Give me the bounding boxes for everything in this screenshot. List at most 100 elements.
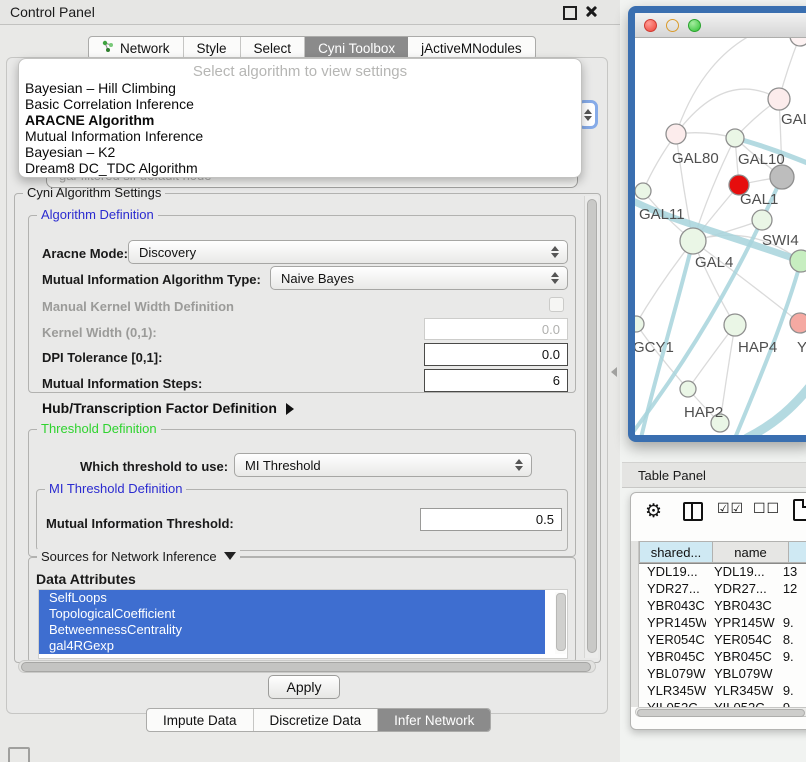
network-node-hap2[interactable] xyxy=(680,381,696,397)
mi-threshold-label: Mutual Information Threshold: xyxy=(46,516,234,531)
algorithm-option[interactable]: Mutual Information Inference xyxy=(19,128,581,144)
network-node-gal1[interactable] xyxy=(752,210,772,230)
network-node-y[interactable] xyxy=(790,313,806,333)
dpi-tolerance-field[interactable]: 0.0 xyxy=(424,343,568,366)
table-cell: 9. xyxy=(775,649,806,664)
tab-jactivemnodules[interactable]: jActiveMNodules xyxy=(408,37,535,59)
column-header[interactable]: name xyxy=(713,541,789,563)
minimize-traffic-light-icon[interactable] xyxy=(666,19,679,32)
table-cell: YER054C xyxy=(639,632,706,647)
mi-threshold-field[interactable]: 0.5 xyxy=(420,508,562,531)
network-node-gal11[interactable] xyxy=(635,183,651,199)
algorithm-option[interactable]: Bayesian – Hill Climbing xyxy=(19,80,581,96)
zoom-traffic-light-icon[interactable] xyxy=(688,19,701,32)
network-node-gal[interactable] xyxy=(768,88,790,110)
apply-button[interactable]: Apply xyxy=(268,675,340,699)
which-threshold-combobox[interactable]: MI Threshold xyxy=(234,453,532,477)
table-panel-window: ⚙ ☑☑ ☐☐ shared...name YDL19...YDL19...13… xyxy=(630,492,806,730)
close-traffic-light-icon[interactable] xyxy=(644,19,657,32)
attribute-item[interactable]: SelfLoops xyxy=(39,590,545,606)
attribute-item[interactable]: gal4RGexp xyxy=(39,638,545,654)
network-node-label: SWI4 xyxy=(762,232,799,249)
tab-infer-network[interactable]: Infer Network xyxy=(378,709,490,731)
network-node[interactable] xyxy=(790,38,806,46)
row-header-gutter xyxy=(631,541,639,707)
aracne-mode-value: Discovery xyxy=(139,245,547,260)
float-window-icon[interactable] xyxy=(563,6,577,20)
network-node-hap4[interactable] xyxy=(724,314,746,336)
table-row[interactable]: YDL19...YDL19...13 xyxy=(639,563,806,580)
table-row[interactable]: YBR045CYBR045C9. xyxy=(639,648,806,665)
document-icon[interactable] xyxy=(793,499,806,521)
table-row[interactable]: YBR043CYBR043C xyxy=(639,597,806,614)
settings-horizontal-scrollbar[interactable] xyxy=(18,660,596,673)
table-horizontal-scrollbar[interactable] xyxy=(635,707,806,717)
aracne-mode-combobox[interactable]: Discovery xyxy=(128,240,568,264)
mi-steps-field[interactable]: 6 xyxy=(424,369,568,392)
table-header-row: shared...name xyxy=(639,541,806,564)
network-graph[interactable]: GALGAL80GAL10GAL11GAL1GAL4SWI4GCY1HAP4YH… xyxy=(635,38,806,436)
tab-label: Style xyxy=(197,41,227,56)
network-node-gal4[interactable] xyxy=(680,228,706,254)
scrollbar-thumb[interactable] xyxy=(556,593,566,651)
scrollbar-thumb[interactable] xyxy=(637,709,805,717)
hub-section-toggle[interactable]: Hub/Transcription Factor Definition xyxy=(42,400,294,416)
control-panel-titlebar: Control Panel xyxy=(0,0,620,25)
table-row[interactable]: YIL052CYIL052C9 xyxy=(639,699,806,707)
manual-kernel-checkbox[interactable] xyxy=(549,297,564,312)
attribute-item[interactable]: BetweennessCentrality xyxy=(39,622,545,638)
table-row[interactable]: YBL079WYBL079W xyxy=(639,665,806,682)
table-row[interactable]: YDR27...YDR27...12 xyxy=(639,580,806,597)
column-header[interactable]: shared... xyxy=(639,541,713,563)
deselect-all-checkboxes-icon[interactable]: ☐☐ xyxy=(753,500,780,517)
network-canvas[interactable]: GALGAL80GAL10GAL11GAL1GAL4SWI4GCY1HAP4YH… xyxy=(635,38,806,436)
table-row[interactable]: YLR345WYLR345W9. xyxy=(639,682,806,699)
gear-icon[interactable]: ⚙ xyxy=(645,500,662,523)
algorithm-option[interactable]: Dream8 DC_TDC Algorithm xyxy=(19,160,581,176)
tab-style[interactable]: Style xyxy=(184,37,241,59)
mi-type-label: Mutual Information Algorithm Type: xyxy=(42,272,261,287)
algorithm-option[interactable]: Basic Correlation Inference xyxy=(19,96,581,112)
network-node-gal80[interactable] xyxy=(666,124,686,144)
tab-impute-data[interactable]: Impute Data xyxy=(147,709,254,731)
tab-network[interactable]: Network xyxy=(89,37,184,59)
network-edge[interactable] xyxy=(636,241,693,324)
scrollbar-thumb[interactable] xyxy=(21,662,591,672)
network-node-swi4[interactable] xyxy=(790,250,806,272)
algorithm-option[interactable]: Bayesian – K2 xyxy=(19,144,581,160)
tab-select[interactable]: Select xyxy=(241,37,306,59)
attribute-item[interactable]: TopologicalCoefficient xyxy=(39,606,545,622)
table-panel-title: Table Panel xyxy=(638,468,706,483)
scrollbar-thumb[interactable] xyxy=(587,199,597,653)
network-view-window: GALGAL80GAL10GAL11GAL1GAL4SWI4GCY1HAP4YH… xyxy=(628,6,806,442)
spinner-down-icon xyxy=(584,116,592,121)
select-all-checkboxes-icon[interactable]: ☑☑ xyxy=(717,500,744,517)
column-header[interactable] xyxy=(789,541,806,563)
table-cell: 13 xyxy=(775,564,806,579)
tab-cyni-toolbox[interactable]: Cyni Toolbox xyxy=(305,37,408,59)
network-node-gal10[interactable] xyxy=(726,129,744,147)
table-row[interactable]: YPR145WYPR145W9. xyxy=(639,614,806,631)
network-window-titlebar[interactable] xyxy=(635,13,806,38)
table-row[interactable]: YER054CYER054C8. xyxy=(639,631,806,648)
splitpane-collapse-icon[interactable] xyxy=(611,367,617,377)
network-edge[interactable] xyxy=(688,325,735,389)
dock-panel-icon[interactable] xyxy=(8,747,30,762)
sources-group-title[interactable]: Sources for Network Inference xyxy=(37,549,240,564)
table-cell: YBR045C xyxy=(706,649,775,664)
attributes-scrollbar[interactable] xyxy=(555,592,566,654)
kernel-width-field[interactable]: 0.0 xyxy=(424,318,568,340)
settings-vertical-scrollbar[interactable] xyxy=(584,196,598,658)
table-cell: YER054C xyxy=(706,632,775,647)
hub-section-label: Hub/Transcription Factor Definition xyxy=(42,400,277,416)
close-icon[interactable] xyxy=(585,5,598,18)
column-layout-icon[interactable] xyxy=(683,502,703,521)
mi-threshold-definition-title: MI Threshold Definition xyxy=(45,481,186,496)
network-node[interactable] xyxy=(770,165,794,189)
algorithm-option[interactable]: ARACNE Algorithm xyxy=(19,112,581,128)
tab-discretize-data[interactable]: Discretize Data xyxy=(254,709,379,731)
mi-type-combobox[interactable]: Naive Bayes xyxy=(270,266,568,290)
table-cell: 9. xyxy=(775,683,806,698)
data-attributes-list[interactable]: SelfLoopsTopologicalCoefficientBetweenne… xyxy=(38,589,568,659)
network-node-gcy1[interactable] xyxy=(635,316,644,332)
